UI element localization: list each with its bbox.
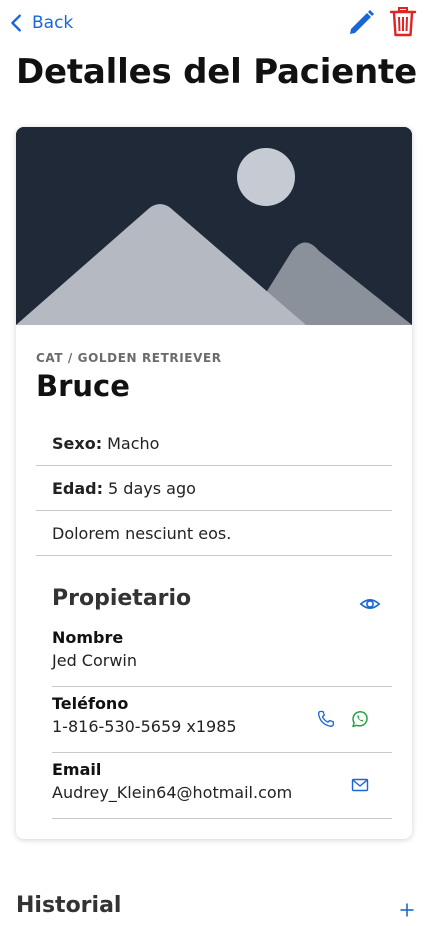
call-button[interactable] [316, 709, 336, 729]
send-email-button[interactable] [350, 775, 370, 795]
owner-phone-label: Teléfono [52, 694, 129, 713]
owner-phone-row: Teléfono 1-816-530-5659 x1985 [52, 687, 392, 753]
owner-section-title: Propietario [52, 586, 192, 611]
chevron-left-icon [11, 14, 21, 32]
patient-name: Bruce [36, 369, 130, 403]
trash-icon [389, 7, 417, 37]
owner-name-row: Nombre Jed Corwin [52, 621, 392, 687]
sex-row: Sexo: Macho [36, 421, 392, 466]
age-label: Edad: [52, 478, 104, 498]
sex-value: Macho [107, 433, 160, 453]
mail-icon [351, 778, 369, 792]
back-button[interactable]: Back [6, 8, 73, 38]
history-section-title: Historial [16, 893, 122, 918]
species-breed: CAT / GOLDEN RETRIEVER [36, 351, 222, 365]
owner-email-value: Audrey_Klein64@hotmail.com [52, 783, 293, 802]
pencil-icon [350, 10, 374, 34]
age-row: Edad: 5 days ago [36, 466, 392, 511]
notes-value: Dolorem nesciunt eos. [52, 523, 232, 543]
page-title: Detalles del Paciente [16, 52, 417, 92]
phone-icon [317, 710, 334, 727]
age-value: 5 days ago [108, 478, 196, 498]
view-owner-button[interactable] [359, 593, 381, 615]
plus-icon [400, 903, 414, 917]
owner-email-label: Email [52, 760, 102, 779]
back-label: Back [32, 13, 74, 33]
edit-button[interactable] [346, 8, 376, 38]
whatsapp-icon [352, 711, 368, 728]
patient-card: CAT / GOLDEN RETRIEVER Bruce Sexo: Macho… [16, 127, 412, 839]
whatsapp-button[interactable] [350, 709, 370, 729]
add-history-button[interactable] [397, 900, 417, 920]
delete-button[interactable] [388, 6, 418, 38]
owner-email-row: Email Audrey_Klein64@hotmail.com [52, 753, 392, 819]
owner-name-value: Jed Corwin [52, 651, 138, 670]
image-placeholder-icon [16, 127, 412, 325]
top-bar: Back [0, 0, 428, 46]
owner-phone-value: 1-816-530-5659 x1985 [52, 717, 237, 736]
sex-label: Sexo: [52, 433, 103, 453]
notes-row: Dolorem nesciunt eos. [36, 511, 392, 556]
eye-icon [359, 599, 381, 609]
owner-name-label: Nombre [52, 628, 124, 647]
